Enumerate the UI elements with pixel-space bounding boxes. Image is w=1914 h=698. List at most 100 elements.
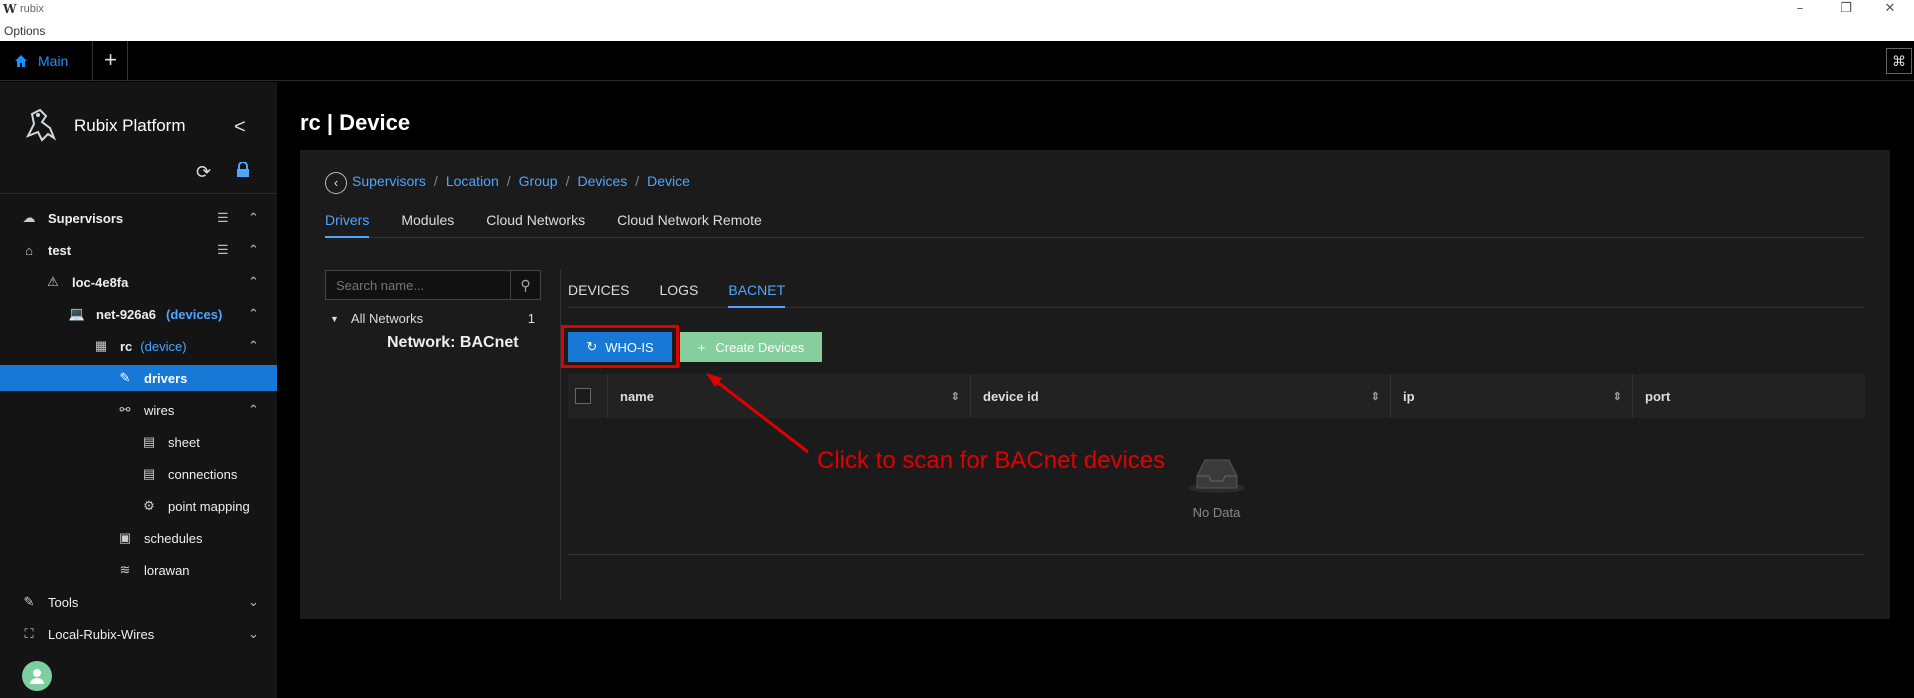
- tools-icon: ✎: [23, 594, 35, 609]
- sidebar-item-lorawan[interactable]: ≋ lorawan: [0, 557, 277, 583]
- tab-drivers[interactable]: Drivers: [325, 212, 370, 238]
- tab-modules[interactable]: Modules: [401, 212, 454, 238]
- search-icon[interactable]: ⚲: [510, 271, 540, 299]
- column-label: port: [1645, 388, 1671, 404]
- who-is-button[interactable]: ↻ WHO-IS: [568, 332, 672, 362]
- sidebar-item-label: drivers: [144, 370, 188, 386]
- sidebar-item-label: Tools: [48, 594, 79, 610]
- sort-icon[interactable]: ⇕: [1371, 390, 1380, 403]
- chevron-up-icon[interactable]: ⌃: [248, 338, 259, 354]
- sort-icon[interactable]: ⇕: [951, 390, 960, 403]
- column-port[interactable]: port: [1633, 374, 1865, 418]
- sidebar-item-label: loc-4e8fa: [72, 274, 129, 290]
- sidebar-item-label: wires: [144, 402, 175, 418]
- sidebar-item-label: test: [48, 242, 72, 258]
- sidebar-item-device[interactable]: ▦ rc (device) ⌃: [0, 333, 277, 359]
- chevron-down-icon[interactable]: ⌄: [248, 594, 259, 610]
- sidebar-item-test[interactable]: ⌂ test ☰ ⌃: [0, 237, 277, 263]
- sidebar-item-local-rubix-wires[interactable]: ⛶ Local-Rubix-Wires ⌄: [0, 621, 277, 647]
- collapse-sidebar-button[interactable]: <: [234, 116, 246, 139]
- column-device-id[interactable]: device id ⇕: [971, 374, 1391, 418]
- subtab-logs[interactable]: LOGS: [659, 282, 698, 307]
- tab-main[interactable]: Main: [0, 41, 93, 81]
- breadcrumb-separator: /: [506, 173, 511, 189]
- menu-icon[interactable]: ☰: [217, 210, 229, 226]
- chevron-up-icon[interactable]: ⌃: [248, 402, 259, 418]
- sidebar-item-schedules[interactable]: ▣ schedules: [0, 525, 277, 551]
- column-name[interactable]: name ⇕: [608, 374, 971, 418]
- chevron-up-icon[interactable]: ⌃: [248, 210, 259, 226]
- minimize-button[interactable]: –: [1788, 1, 1812, 19]
- tab-main-label: Main: [38, 53, 69, 69]
- empty-state: No Data: [568, 434, 1865, 520]
- avatar[interactable]: [22, 661, 52, 691]
- main-content: rc | Device ‹ Supervisors / Location / G…: [277, 82, 1914, 698]
- select-all-checkbox[interactable]: [575, 388, 591, 404]
- layout-icon[interactable]: ⌘: [1886, 48, 1912, 74]
- wrench-icon: ✎: [119, 370, 131, 385]
- caret-down-icon[interactable]: ▼: [330, 314, 339, 324]
- add-tab-button[interactable]: +: [94, 41, 128, 81]
- chevron-up-icon[interactable]: ⌃: [248, 274, 259, 290]
- network-bacnet[interactable]: Network: BACnet: [387, 334, 519, 352]
- search-input[interactable]: [326, 271, 502, 299]
- tab-cloud-networks[interactable]: Cloud Networks: [486, 212, 585, 238]
- who-is-label: WHO-IS: [605, 339, 654, 355]
- sidebar-item-drivers[interactable]: ✎ drivers: [0, 365, 277, 391]
- restore-button[interactable]: ❐: [1834, 1, 1858, 19]
- breadcrumb-location[interactable]: Location: [446, 173, 499, 189]
- annotation-text: Click to scan for BACnet devices: [817, 447, 1166, 474]
- refresh-icon[interactable]: ⟳: [196, 162, 211, 183]
- breadcrumb-supervisors[interactable]: Supervisors: [352, 173, 426, 189]
- sidebar-item-label: Supervisors: [48, 210, 124, 226]
- chevron-down-icon[interactable]: ⌄: [248, 626, 259, 642]
- close-button[interactable]: ✕: [1878, 1, 1902, 19]
- location-icon: ⚠: [47, 274, 59, 289]
- create-devices-button[interactable]: + Create Devices: [680, 332, 822, 362]
- cloud-icon: ☁: [22, 210, 36, 225]
- sidebar-item-suffix: (devices): [165, 306, 223, 322]
- sidebar-item-label: lorawan: [144, 562, 190, 578]
- sidebar-item-label: point mapping: [168, 498, 250, 514]
- menu-icon[interactable]: ☰: [217, 242, 229, 258]
- chevron-up-icon[interactable]: ⌃: [248, 242, 259, 258]
- breadcrumb-group[interactable]: Group: [519, 173, 558, 189]
- subtab-bacnet[interactable]: BACNET: [728, 282, 786, 308]
- sidebar-item-point-mapping[interactable]: ⚙ point mapping: [0, 493, 277, 519]
- driver-subtabs: DEVICES LOGS BACNET: [568, 270, 1865, 308]
- sidebar-item-supervisors[interactable]: ☁ Supervisors ☰ ⌃: [0, 205, 277, 231]
- sidebar-item-location[interactable]: ⚠ loc-4e8fa ⌃: [0, 269, 277, 295]
- sidebar-item-label: schedules: [144, 530, 203, 546]
- network-icon: ⛶: [24, 626, 34, 641]
- table-bottom-border: [568, 554, 1865, 555]
- point-mapping-icon: ⚙: [143, 498, 155, 513]
- sidebar-item-wires[interactable]: ⚯ wires ⌃: [0, 397, 277, 423]
- network-count: 1: [527, 311, 535, 326]
- all-networks-node[interactable]: ▼ All Networks 1: [330, 311, 535, 326]
- breadcrumb-devices[interactable]: Devices: [577, 173, 627, 189]
- device-icon: ▦: [94, 338, 108, 353]
- menu-options[interactable]: Options: [4, 24, 45, 38]
- sidebar-item-label: Local-Rubix-Wires: [48, 626, 155, 642]
- sidebar-item-connections[interactable]: ▤ connections: [0, 461, 277, 487]
- home-icon: [15, 55, 27, 67]
- chevron-up-icon[interactable]: ⌃: [248, 306, 259, 322]
- breadcrumb-device[interactable]: Device: [647, 173, 690, 189]
- tab-cloud-network-remote[interactable]: Cloud Network Remote: [617, 212, 762, 238]
- breadcrumb-separator: /: [565, 173, 570, 189]
- table-header: name ⇕ device id ⇕ ip ⇕ port: [568, 374, 1865, 418]
- sidebar-item-label: net-926a6: [96, 306, 156, 322]
- sidebar-item-network[interactable]: 💻 net-926a6 (devices) ⌃: [0, 301, 277, 327]
- lock-icon[interactable]: [236, 161, 250, 183]
- back-button[interactable]: ‹: [325, 172, 347, 194]
- schedule-icon: ▣: [118, 530, 132, 545]
- home-icon: ⌂: [25, 242, 33, 258]
- column-ip[interactable]: ip ⇕: [1391, 374, 1633, 418]
- sidebar-item-sheet[interactable]: ▤ sheet: [0, 429, 277, 455]
- device-tabs: Drivers Modules Cloud Networks Cloud Net…: [325, 212, 1865, 238]
- sidebar-item-tools[interactable]: ✎ Tools ⌄: [0, 589, 277, 615]
- device-card: ‹ Supervisors / Location / Group / Devic…: [300, 150, 1890, 619]
- column-label: device id: [983, 388, 1039, 404]
- sort-icon[interactable]: ⇕: [1613, 390, 1622, 403]
- subtab-devices[interactable]: DEVICES: [568, 282, 629, 307]
